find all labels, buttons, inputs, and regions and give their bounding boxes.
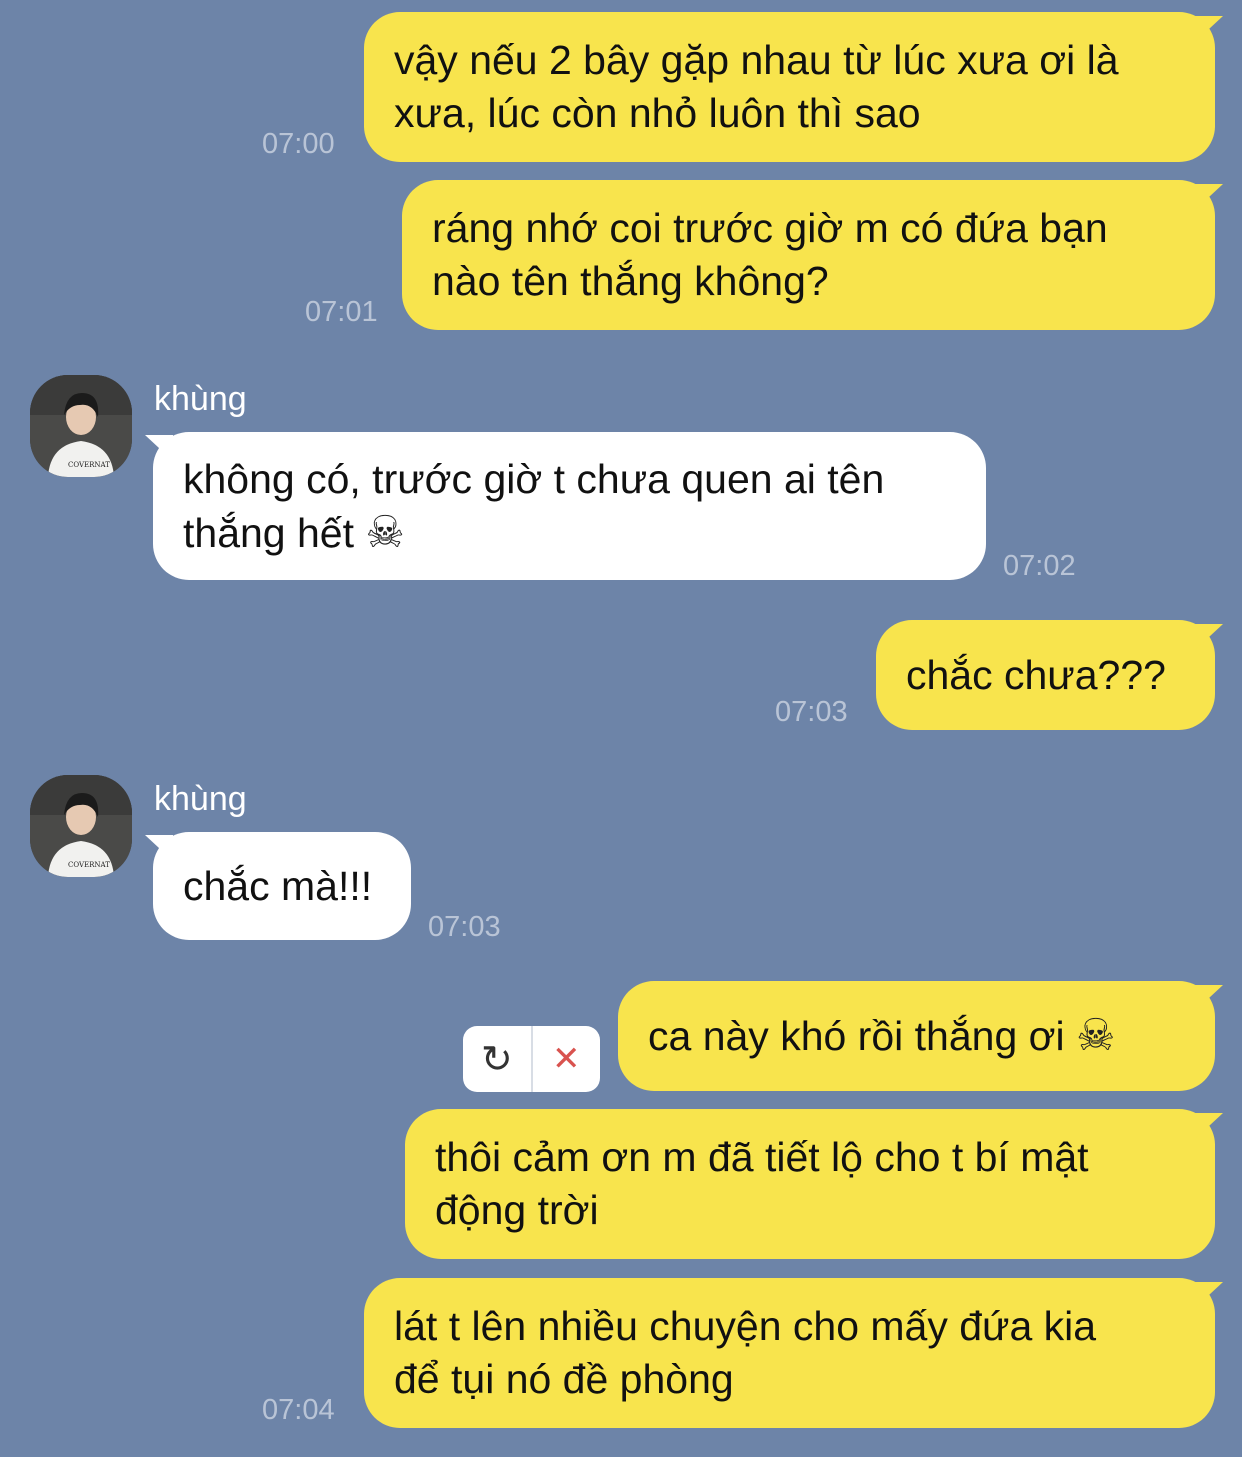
message-timestamp: 07:02: [1003, 550, 1076, 582]
skull-crossbones-emoji: ☠: [1076, 1010, 1116, 1061]
message-text: ca này khó rồi thắng ơi ☠: [648, 1010, 1116, 1061]
message-bubble-incoming[interactable]: chắc mà!!!: [153, 832, 411, 940]
message-timestamp: 07:03: [775, 696, 848, 728]
message-text: không có, trước giờ t chưa quen ai tên t…: [183, 455, 885, 558]
contact-avatar[interactable]: COVERNAT: [30, 375, 132, 477]
delete-button[interactable]: ✕: [533, 1026, 601, 1092]
message-bubble-outgoing[interactable]: ráng nhớ coi trước giờ m có đứa bạn nào …: [402, 180, 1215, 330]
close-icon: ✕: [552, 1039, 581, 1079]
message-timestamp: 07:03: [428, 911, 501, 943]
message-bubble-outgoing[interactable]: thôi cảm ơn m đã tiết lộ cho t bí mật độ…: [405, 1109, 1215, 1259]
message-timestamp: 07:00: [262, 128, 335, 160]
message-text: lát t lên nhiều chuyện cho mấy đứa kia đ…: [394, 1303, 1097, 1402]
contact-avatar[interactable]: COVERNAT: [30, 775, 132, 877]
message-timestamp: 07:04: [262, 1394, 335, 1426]
message-text: ráng nhớ coi trước giờ m có đứa bạn nào …: [432, 205, 1108, 304]
retry-button[interactable]: ↻: [463, 1026, 531, 1092]
skull-crossbones-emoji: ☠: [365, 506, 405, 558]
message-bubble-outgoing[interactable]: ca này khó rồi thắng ơi ☠: [618, 981, 1215, 1091]
avatar-photo: COVERNAT: [30, 375, 132, 477]
sender-name: khùng: [154, 380, 247, 418]
message-timestamp: 07:01: [305, 296, 378, 328]
message-text: vậy nếu 2 bây gặp nhau từ lúc xưa ơi là …: [394, 37, 1119, 136]
message-bubble-incoming[interactable]: không có, trước giờ t chưa quen ai tên t…: [153, 432, 986, 580]
message-text: thôi cảm ơn m đã tiết lộ cho t bí mật độ…: [435, 1134, 1089, 1233]
avatar-photo: COVERNAT: [30, 775, 132, 877]
retry-icon: ↻: [480, 1037, 513, 1081]
message-text: chắc chưa???: [906, 651, 1166, 698]
sender-name: khùng: [154, 780, 247, 818]
message-text: chắc mà!!!: [183, 862, 373, 909]
svg-text:COVERNAT: COVERNAT: [68, 861, 110, 869]
message-bubble-outgoing[interactable]: chắc chưa???: [876, 620, 1215, 730]
message-bubble-outgoing[interactable]: vậy nếu 2 bây gặp nhau từ lúc xưa ơi là …: [364, 12, 1215, 162]
svg-text:COVERNAT: COVERNAT: [68, 461, 110, 469]
failed-message-actions: ↻ ✕: [463, 1026, 600, 1092]
message-bubble-outgoing[interactable]: lát t lên nhiều chuyện cho mấy đứa kia đ…: [364, 1278, 1215, 1428]
